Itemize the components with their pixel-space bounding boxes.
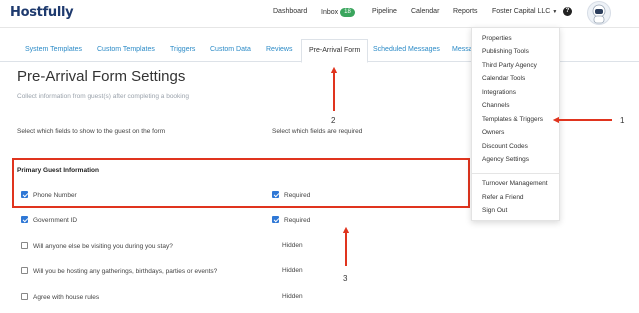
annotation-arrows xyxy=(330,66,612,266)
annotation-marker-2: 2 xyxy=(331,116,336,125)
annotation-marker-1: 1 xyxy=(620,116,625,125)
annotation-marker-3: 3 xyxy=(343,274,348,283)
